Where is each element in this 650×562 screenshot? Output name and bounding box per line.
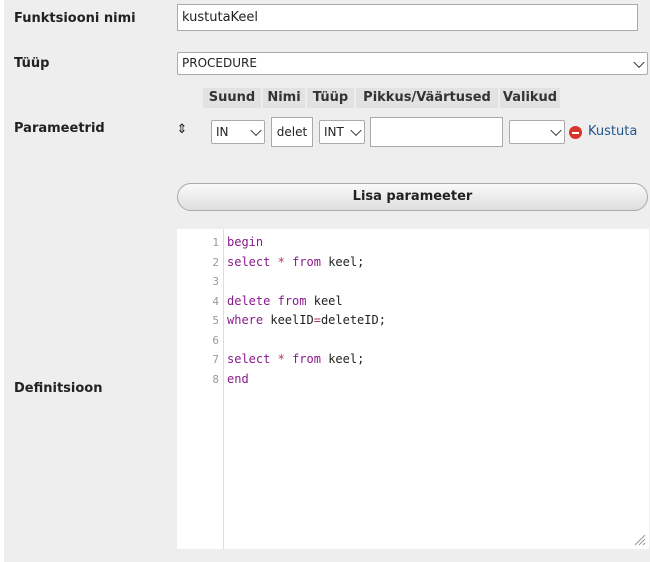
line-number: 3 [212, 275, 219, 288]
line-number: 6 [212, 333, 219, 347]
code-editor[interactable]: 1 begin 2 select * from keel; 3 4 delete… [177, 229, 649, 549]
type-select[interactable]: PROCEDURE [177, 52, 648, 75]
minus-bar [572, 131, 579, 134]
content-column: kustutaKeel PROCEDURE Suund Nimi Tüüp Pi… [168, 0, 650, 562]
param-options-select[interactable] [509, 120, 565, 144]
label-definition: Definitsioon [14, 381, 103, 396]
line-number: 5 [212, 314, 219, 327]
code-line: 8 end [177, 370, 649, 390]
code-text: select * from keel; [227, 254, 365, 269]
param-direction-value: IN [216, 125, 229, 139]
param-length-input[interactable] [370, 117, 503, 147]
code-line: 5 where keelID=deleteID; [177, 311, 649, 331]
add-parameter-button[interactable]: Lisa parameeter [177, 183, 648, 211]
line-number: 4 [212, 294, 219, 308]
param-type-value: INT [324, 125, 344, 139]
delete-param-link[interactable]: Kustuta [588, 124, 637, 139]
code-text: end [227, 371, 249, 386]
code-line: 2 select * from keel; [177, 253, 649, 273]
param-header-options: Valikud [500, 88, 560, 108]
code-text: delete from keel [227, 293, 343, 308]
type-select-value: PROCEDURE [182, 56, 257, 70]
code-text: begin [227, 235, 264, 249]
code-line: 7 select * from keel; [177, 350, 649, 370]
minus-circle-icon[interactable] [569, 126, 582, 139]
chevron-down-icon [350, 124, 362, 137]
function-name-input[interactable]: kustutaKeel [177, 4, 638, 31]
param-header-type: Tüüp [307, 88, 354, 108]
label-params: Parameetrid [14, 121, 105, 136]
code-text: select * from keel; [227, 352, 365, 366]
code-line: 4 delete from keel [177, 292, 649, 312]
labels-column: Funktsiooni nimi Tüüp Parameetrid Defini… [4, 0, 168, 562]
line-number: 8 [212, 372, 219, 386]
line-number: 7 [212, 353, 219, 366]
param-name-input[interactable]: delet [271, 117, 313, 147]
code-line: 1 begin [177, 233, 649, 253]
chevron-down-icon [550, 124, 562, 137]
resize-grip-icon[interactable] [634, 534, 646, 546]
param-header-name: Nimi [263, 88, 305, 108]
line-number: 1 [212, 236, 219, 249]
code-text: where keelID=deleteID; [227, 313, 386, 327]
param-header-direction: Suund [203, 88, 261, 108]
drag-handle-icon[interactable]: ⇕ [176, 122, 188, 137]
code-line: 3 [177, 272, 649, 292]
chevron-down-icon [250, 124, 262, 137]
label-function-name: Funktsiooni nimi [14, 11, 136, 26]
param-direction-select[interactable]: IN [211, 120, 265, 144]
label-type: Tüüp [14, 56, 50, 71]
chevron-down-icon [633, 56, 645, 68]
code-line: 6 [177, 331, 649, 351]
param-header-length: Pikkus/Väärtused [356, 88, 498, 108]
param-type-select[interactable]: INT [319, 120, 365, 144]
line-number: 2 [212, 255, 219, 269]
